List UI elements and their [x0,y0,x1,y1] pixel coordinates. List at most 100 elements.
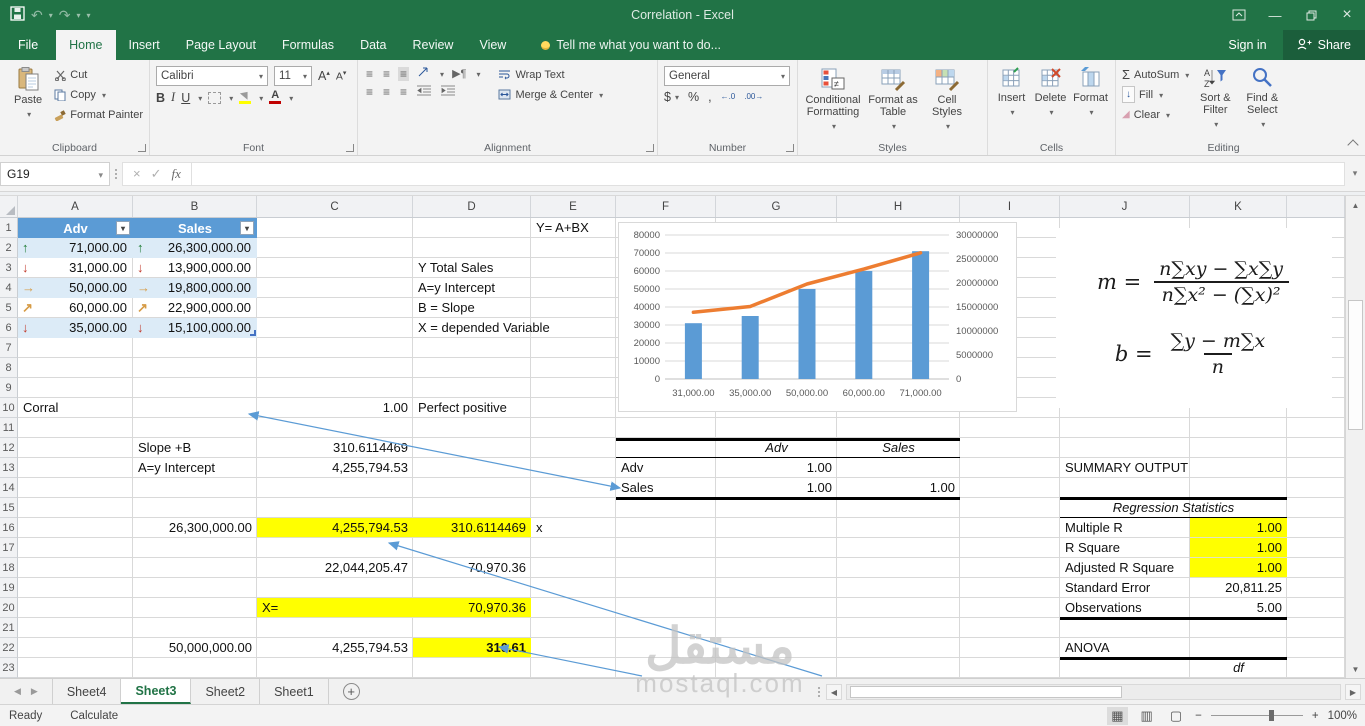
table-cell[interactable]: ↓ 13,900,000.00 [133,258,257,278]
cell-G13[interactable]: 1.00 [716,458,837,478]
formula-input[interactable] [191,161,1345,186]
row-header-23[interactable]: 23 [0,658,18,678]
horizontal-scrollbar-thumb[interactable] [850,686,1122,698]
tell-me-box[interactable]: Tell me what you want to do... [541,30,721,60]
status-calculate[interactable]: Calculate [70,710,118,722]
cell-E16[interactable]: x [531,518,616,538]
decrease-indent-icon[interactable] [415,85,433,99]
cell-D5[interactable]: B = Slope [413,298,531,318]
cell-G14[interactable]: 1.00 [716,478,837,498]
column-header-D[interactable]: D [413,196,531,217]
cell-C16[interactable]: 4,255,794.53 [257,518,413,538]
column-header-E[interactable]: E [531,196,616,217]
zoom-slider[interactable] [1210,710,1303,721]
row-header-16[interactable]: 16 [0,518,18,538]
cell-G12[interactable]: Adv [716,438,837,458]
column-header-I[interactable]: I [960,196,1060,217]
font-name-combo[interactable]: Calibri [156,66,268,86]
cell-A10[interactable]: Corral [18,398,133,418]
table-cell[interactable]: ↗ 22,900,000.00 [133,298,257,318]
row-header-3[interactable]: 3 [0,258,18,278]
tab-splitter[interactable] [818,687,822,697]
sheet-tab-sheet4[interactable]: Sheet4 [53,679,122,704]
format-painter-button[interactable]: Format Painter [54,106,143,123]
row-header-18[interactable]: 18 [0,558,18,578]
tab-file[interactable]: File [0,30,57,60]
name-box[interactable]: G19 [0,161,110,186]
underline-button[interactable]: U [181,91,190,105]
percent-format-icon[interactable]: % [688,90,699,104]
cancel-icon[interactable]: × [133,166,141,181]
bold-button[interactable]: B [156,91,165,105]
fill-color-icon[interactable] [239,91,252,104]
filter-dropdown-icon[interactable] [116,221,130,235]
cell-K18[interactable]: 1.00 [1190,558,1287,578]
sheet-grid[interactable]: 1 2 3 4 5 6 7 8 9 10 11 12 13 14 15 16 17 18 19 20 21 22 23 01… [0,218,1345,678]
tab-view[interactable]: View [466,30,519,60]
column-header-H[interactable]: H [837,196,960,217]
autosum-button[interactable]: Σ AutoSum [1122,66,1189,83]
table-cell[interactable]: ↑ 26,300,000.00 [133,238,257,258]
tab-home[interactable]: Home [56,30,116,60]
table-cell[interactable]: ↓ 15,100,000.00 [133,318,257,338]
ribbon-display-options-icon[interactable] [1221,0,1257,30]
scroll-down-icon[interactable]: ▼ [1346,660,1365,678]
redo-dropdown-icon[interactable]: ▾ [76,11,80,20]
text-direction-icon[interactable]: ▶¶ [450,67,468,80]
restore-button[interactable] [1293,0,1329,30]
cell-B12[interactable]: Slope +B [133,438,257,458]
row-header-2[interactable]: 2 [0,238,18,258]
zoom-level[interactable]: 100% [1328,710,1357,722]
font-color-icon[interactable]: A [269,90,282,104]
minimize-button[interactable]: — [1257,0,1293,30]
customize-qat-icon[interactable]: ▾ [87,11,91,20]
delete-cells-button[interactable]: Delete [1031,63,1070,119]
align-middle-icon[interactable]: ≡ [381,67,392,81]
new-sheet-button[interactable]: + [342,683,360,700]
horizontal-scrollbar[interactable]: ◀ ▶ [818,683,1361,701]
insert-function-icon[interactable]: fx [172,166,181,182]
number-dialog-launcher[interactable] [786,144,794,152]
column-header-C[interactable]: C [257,196,413,217]
table-header-sales[interactable]: Sales [133,218,257,238]
close-button[interactable]: × [1329,0,1365,30]
cell-D18[interactable]: 70,970.36 [413,558,531,578]
cell-B16[interactable]: 26,300,000.00 [133,518,257,538]
accounting-format-icon[interactable]: $ [664,90,671,104]
increase-decimal-icon[interactable]: ←.0 [721,93,736,101]
name-box-dropdown-icon[interactable] [98,167,103,181]
zoom-out-icon[interactable]: − [1195,710,1202,722]
wrap-text-button[interactable]: Wrap Text [498,66,603,83]
tab-review[interactable]: Review [399,30,466,60]
number-format-combo[interactable]: General [664,66,790,86]
row-header-8[interactable]: 8 [0,358,18,378]
cell-K17[interactable]: 1.00 [1190,538,1287,558]
enter-icon[interactable]: ✓ [151,166,162,182]
cell-H12[interactable]: Sales [837,438,960,458]
cell-H14[interactable]: 1.00 [837,478,960,498]
row-header-20[interactable]: 20 [0,598,18,618]
row-header-17[interactable]: 17 [0,538,18,558]
align-top-icon[interactable]: ≡ [364,67,375,81]
column-header-partial[interactable] [1287,196,1345,217]
scroll-up-icon[interactable]: ▲ [1346,196,1365,214]
cell-K19[interactable]: 20,811.25 [1190,578,1287,598]
conditional-formatting-button[interactable]: ≠ Conditional Formatting [802,63,864,133]
cell-J18[interactable]: Adjusted R Square [1060,558,1190,578]
cell-C22[interactable]: 4,255,794.53 [257,638,413,658]
normal-view-icon[interactable]: ▦ [1107,706,1128,725]
cell-D20[interactable]: 70,970.36 [413,598,531,618]
row-header-6[interactable]: 6 [0,318,18,338]
tab-data[interactable]: Data [347,30,399,60]
align-bottom-icon[interactable]: ≡ [398,66,410,81]
row-header-12[interactable]: 12 [0,438,18,458]
row-header-19[interactable]: 19 [0,578,18,598]
font-size-combo[interactable]: 11 [274,66,312,86]
cell-B13[interactable]: A=y Intercept [133,458,257,478]
table-cell[interactable]: ↓ 31,000.00 [18,258,133,278]
row-header-5[interactable]: 5 [0,298,18,318]
clipboard-dialog-launcher[interactable] [138,144,146,152]
table-cell[interactable]: ↗ 60,000.00 [18,298,133,318]
share-button[interactable]: Share [1282,30,1365,60]
row-header-14[interactable]: 14 [0,478,18,498]
